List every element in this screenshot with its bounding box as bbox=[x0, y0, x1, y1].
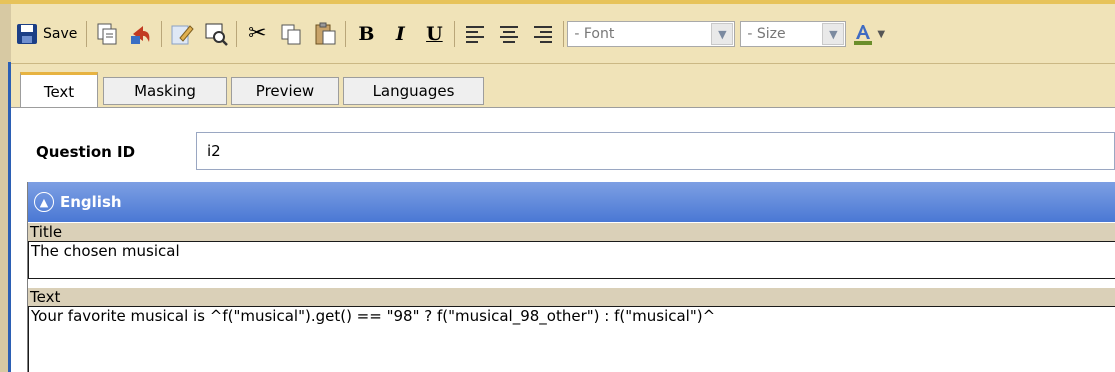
align-center-button[interactable] bbox=[492, 19, 526, 49]
language-section: ▲ English Title The chosen musical Text … bbox=[27, 182, 1115, 372]
align-left-button[interactable] bbox=[458, 19, 492, 49]
size-select-value: - Size bbox=[747, 26, 786, 42]
chevron-down-icon[interactable]: ▼ bbox=[822, 23, 845, 45]
tab-bar-divider bbox=[11, 107, 1115, 108]
align-left-icon bbox=[463, 22, 487, 46]
question-id-value: i2 bbox=[207, 142, 221, 160]
section-header[interactable]: ▲ English bbox=[28, 182, 1115, 222]
tab-masking[interactable]: Masking bbox=[103, 77, 227, 105]
chevron-down-icon[interactable]: ▼ bbox=[711, 23, 734, 45]
tab-text[interactable]: Text bbox=[20, 72, 98, 108]
tab-preview[interactable]: Preview bbox=[231, 77, 339, 105]
collapse-icon[interactable]: ▲ bbox=[34, 192, 54, 212]
cut-button[interactable]: ✂ bbox=[240, 19, 274, 49]
bold-button[interactable]: B bbox=[349, 19, 383, 49]
cut-icon bbox=[129, 22, 153, 46]
text-input[interactable]: Your favorite musical is ^f("musical").g… bbox=[28, 306, 1115, 372]
toolbar: Save ✂ B I U - Font ▼ - Size ▼ ▼ bbox=[11, 4, 1115, 64]
scissors-icon: ✂ bbox=[248, 21, 267, 46]
font-color-dropdown-icon[interactable]: ▼ bbox=[877, 29, 885, 40]
text-field-label: Text bbox=[28, 288, 1115, 306]
question-id-label: Question ID bbox=[36, 143, 136, 161]
align-right-button[interactable] bbox=[526, 19, 560, 49]
toolbar-row: Save ✂ B I U - Font ▼ - Size ▼ ▼ bbox=[11, 18, 890, 50]
question-id-input[interactable]: i2 bbox=[196, 132, 1115, 170]
italic-icon: I bbox=[395, 23, 405, 45]
preview-button[interactable] bbox=[199, 19, 233, 49]
toolbar-separator bbox=[563, 21, 565, 47]
text-value: Your favorite musical is ^f("musical").g… bbox=[31, 307, 716, 325]
tab-preview-label: Preview bbox=[255, 82, 315, 100]
save-icon bbox=[15, 22, 39, 46]
content-left-border bbox=[8, 62, 11, 372]
tab-text-label: Text bbox=[43, 82, 75, 101]
size-select[interactable]: - Size ▼ bbox=[740, 21, 847, 47]
copy-clipboard-button[interactable] bbox=[274, 19, 308, 49]
copy-icon bbox=[95, 22, 119, 46]
bold-icon: B bbox=[358, 23, 375, 45]
edit-button[interactable] bbox=[165, 19, 199, 49]
font-select[interactable]: - Font ▼ bbox=[567, 21, 736, 47]
section-title: English bbox=[60, 193, 122, 211]
save-label: Save bbox=[43, 26, 78, 42]
paste-icon bbox=[313, 22, 337, 46]
font-color-button[interactable]: ▼ bbox=[846, 19, 890, 49]
copy-button[interactable] bbox=[90, 19, 124, 49]
title-value: The chosen musical bbox=[31, 242, 180, 260]
preview-icon bbox=[204, 22, 229, 46]
tab-languages[interactable]: Languages bbox=[343, 77, 484, 105]
toolbar-separator bbox=[86, 21, 88, 47]
align-center-icon bbox=[497, 22, 521, 46]
edit-icon bbox=[170, 22, 195, 46]
save-button[interactable]: Save bbox=[11, 19, 83, 49]
toolbar-separator bbox=[454, 21, 456, 47]
toolbar-separator bbox=[236, 21, 238, 47]
font-color-icon bbox=[851, 22, 875, 46]
font-select-value: - Font bbox=[574, 26, 615, 42]
tab-languages-label: Languages bbox=[372, 82, 455, 100]
cut-paste-button[interactable] bbox=[124, 19, 158, 49]
tab-masking-label: Masking bbox=[134, 82, 196, 100]
italic-button[interactable]: I bbox=[383, 19, 417, 49]
tab-bar: Text Masking Preview Languages bbox=[11, 64, 1115, 108]
clipboard-copy-icon bbox=[279, 22, 303, 46]
underline-button[interactable]: U bbox=[417, 19, 451, 49]
align-right-icon bbox=[531, 22, 555, 46]
toolbar-separator bbox=[161, 21, 163, 47]
title-input[interactable]: The chosen musical bbox=[28, 241, 1115, 279]
paste-button[interactable] bbox=[308, 19, 342, 49]
underline-icon: U bbox=[426, 23, 443, 45]
title-field-label: Title bbox=[28, 223, 1115, 241]
toolbar-separator bbox=[345, 21, 347, 47]
